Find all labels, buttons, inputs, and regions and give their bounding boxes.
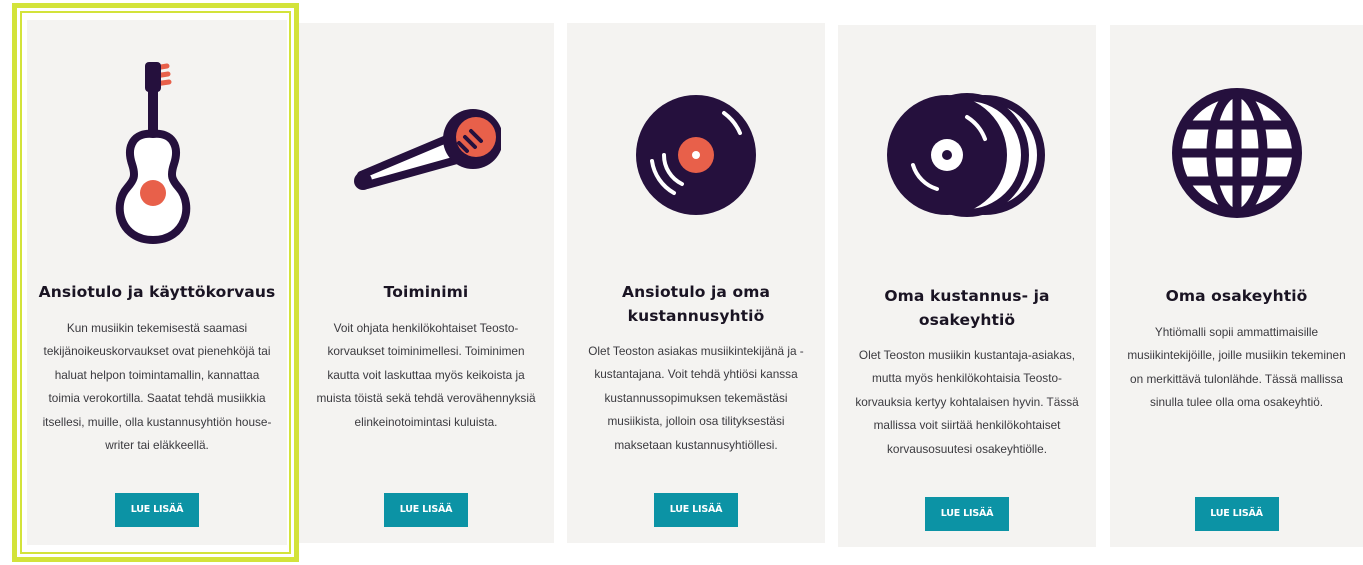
card-title: Ansiotulo ja käyttökorvaus: [38, 283, 276, 301]
read-more-button[interactable]: LUE LISÄÄ: [1194, 497, 1279, 531]
read-more-button[interactable]: LUE LISÄÄ: [115, 493, 199, 527]
microphone-icon: [354, 109, 501, 190]
card-description: Olet Teoston asiakas musiikintekijänä ja…: [588, 344, 804, 452]
card-description: Yhtiömalli sopii ammattimaisille musiiki…: [1127, 325, 1346, 410]
read-more-button[interactable]: LUE LISÄÄ: [925, 497, 1009, 531]
read-more-button[interactable]: LUE LISÄÄ: [654, 493, 738, 527]
vinyl-record-icon: [636, 95, 756, 215]
option-card-oma-kustannus-ja-osakeyhtio: Oma kustannus- ja osakeyhtiö Olet Teosto…: [838, 25, 1096, 547]
option-card-ansiotulo-kayttokorvaus: Ansiotulo ja käyttökorvaus Kun musiikin …: [27, 20, 287, 545]
option-card-toiminimi: Toiminimi Voit ohjata henkilökohtaiset T…: [298, 23, 554, 543]
read-more-button[interactable]: LUE LISÄÄ: [384, 493, 468, 527]
card-title: Ansiotulo ja oma kustannusyhtiö: [621, 283, 771, 325]
card-title: Toiminimi: [383, 283, 469, 301]
guitar-icon: [115, 62, 191, 244]
card-description: Voit ohjata henkilökohtaiset Teosto-korv…: [316, 321, 536, 429]
card-title: Oma kustannus- ja osakeyhtiö: [884, 287, 1050, 329]
globe-icon: [1171, 88, 1302, 218]
card-description: Olet Teoston musiikin kustantaja-asiakas…: [855, 348, 1079, 456]
option-card-oma-osakeyhtio: Oma osakeyhtiö Yhtiömalli sopii ammattim…: [1110, 25, 1363, 547]
stacked-records-icon: [887, 93, 1045, 217]
card-description: Kun musiikin tekemisestä saamasi tekijän…: [42, 321, 272, 453]
card-title: Oma osakeyhtiö: [1165, 287, 1308, 305]
option-card-ansiotulo-oma-kustannusyhtio: Ansiotulo ja oma kustannusyhtiö Olet Teo…: [567, 23, 825, 543]
